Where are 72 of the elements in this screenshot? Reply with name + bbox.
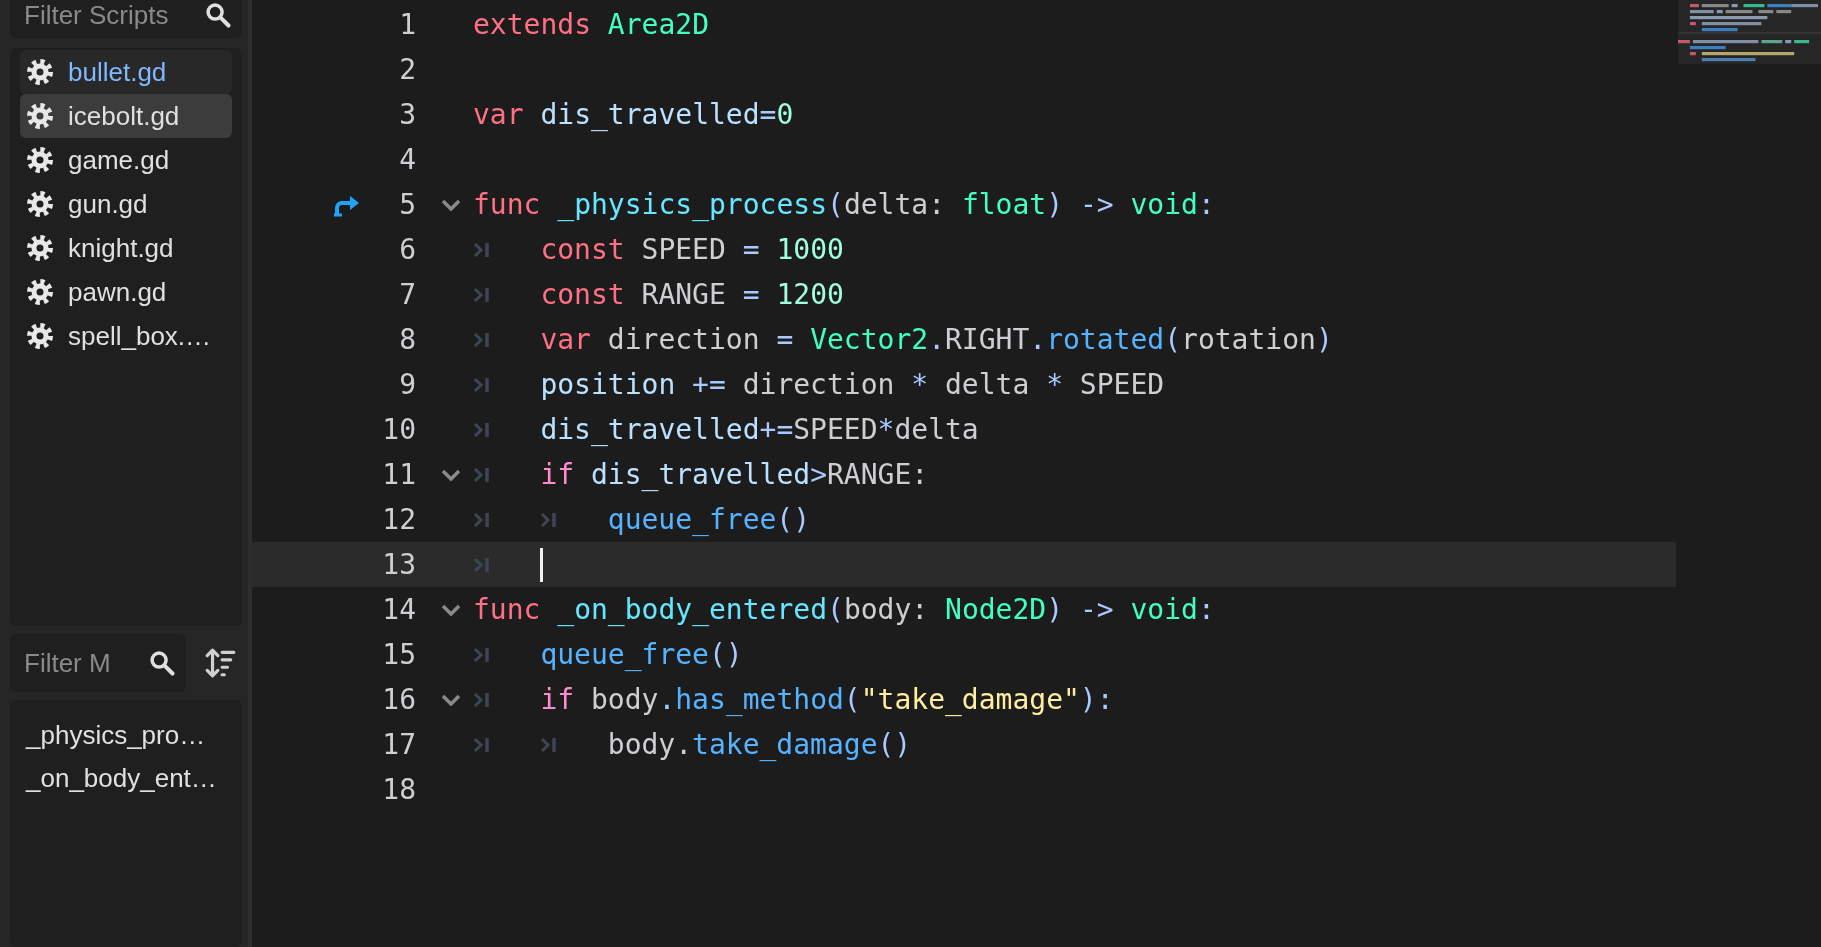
tab-marker-icon xyxy=(473,466,491,483)
line-number: 13 xyxy=(381,548,416,581)
line-number: 2 xyxy=(398,53,416,86)
tab-marker-icon xyxy=(473,241,491,258)
line-number: 12 xyxy=(381,503,416,536)
tab-marker-icon xyxy=(473,376,491,393)
gear-icon xyxy=(26,278,54,306)
script-item[interactable]: knight.gd xyxy=(20,226,232,270)
gear-icon xyxy=(26,102,54,130)
code-line: queue_free() xyxy=(540,638,743,671)
search-icon xyxy=(148,649,176,677)
fold-chevron-icon[interactable] xyxy=(441,693,461,706)
tab-marker-icon xyxy=(473,556,491,573)
gear-icon xyxy=(26,234,54,262)
gear-icon xyxy=(26,146,54,174)
code-line: queue_free() xyxy=(607,503,811,536)
sort-icon[interactable] xyxy=(204,647,236,679)
script-item[interactable]: bullet.gd xyxy=(20,50,232,94)
line-number: 3 xyxy=(398,98,416,131)
gear-icon xyxy=(26,322,54,350)
search-icon xyxy=(204,1,232,29)
tab-marker-icon xyxy=(473,286,491,303)
tab-marker-icon xyxy=(473,646,491,663)
script-item[interactable]: spell_box.… xyxy=(20,314,232,358)
filter-scripts-field[interactable]: Filter Scripts xyxy=(10,0,242,38)
line-number: 8 xyxy=(398,323,416,356)
tab-marker-icon xyxy=(473,511,491,528)
code-line: func _physics_process(delta: float) -> void: xyxy=(473,188,1215,221)
script-item[interactable]: icebolt.gd xyxy=(20,94,232,138)
code-line: var dis_travelled=0 xyxy=(473,98,794,131)
code-line: const SPEED = 1000 xyxy=(540,233,844,266)
tab-marker-icon xyxy=(473,331,491,348)
tab-marker-icon xyxy=(473,691,491,708)
line-number: 16 xyxy=(381,683,416,716)
line-number: 18 xyxy=(381,773,416,806)
text-cursor xyxy=(540,547,544,582)
line-number: 7 xyxy=(398,278,416,311)
code-line: extends Area2D xyxy=(473,8,709,41)
code-line: if dis_travelled>RANGE: xyxy=(540,458,929,491)
line-number: 11 xyxy=(381,458,416,491)
tab-marker-icon xyxy=(473,736,491,753)
line-number: 1 xyxy=(398,8,416,41)
script-item[interactable]: pawn.gd xyxy=(20,270,232,314)
line-number: 17 xyxy=(381,728,416,761)
script-item[interactable]: game.gd xyxy=(20,138,232,182)
gear-icon xyxy=(26,58,54,86)
fold-chevron-icon[interactable] xyxy=(441,603,461,616)
fold-chevron-icon[interactable] xyxy=(441,468,461,481)
tab-marker-icon xyxy=(540,736,559,753)
line-number: 4 xyxy=(398,143,416,176)
line-number: 10 xyxy=(381,413,416,446)
tab-marker-icon xyxy=(473,421,491,438)
fold-chevron-icon[interactable] xyxy=(441,198,461,211)
code-line: if body.has_method("take_damage"): xyxy=(540,683,1114,716)
gear-icon xyxy=(26,190,54,218)
method-item[interactable]: _physics_pro… xyxy=(26,714,206,757)
method-item[interactable]: _on_body_ent… xyxy=(26,757,217,800)
code-line: const RANGE = 1200 xyxy=(540,278,844,311)
script-item[interactable]: gun.gd xyxy=(20,182,232,226)
code-line: dis_travelled+=SPEED*delta xyxy=(540,413,979,446)
line-number: 5 xyxy=(398,188,416,221)
filter-methods-field[interactable]: Filter M xyxy=(10,634,186,692)
code-line: func _on_body_entered(body: Node2D) -> void: xyxy=(473,593,1215,626)
minimap-drawing[interactable] xyxy=(1678,0,1821,64)
code-line: position += direction * delta * SPEED xyxy=(540,368,1165,401)
line-number: 9 xyxy=(398,368,416,401)
line-number: 15 xyxy=(381,638,416,671)
tab-marker-icon xyxy=(540,511,559,528)
line-number: 14 xyxy=(381,593,416,626)
code-line: var direction = Vector2.RIGHT.rotated(rotation) xyxy=(540,323,1333,356)
line-number: 6 xyxy=(398,233,416,266)
code-line: body.take_damage() xyxy=(607,728,912,761)
